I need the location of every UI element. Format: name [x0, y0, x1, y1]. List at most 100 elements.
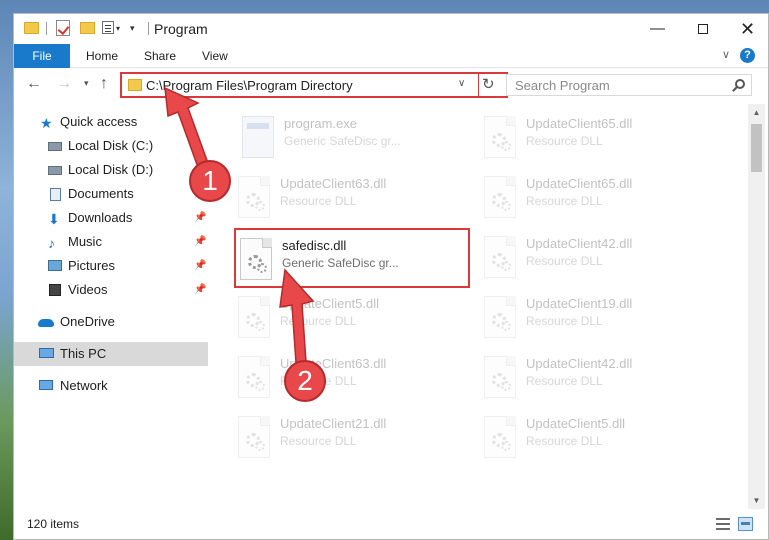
file-name: UpdateClient5.dll: [280, 296, 380, 311]
tiles-view-icon[interactable]: [738, 517, 753, 531]
maximize-button[interactable]: [680, 14, 725, 44]
dll-file-icon: [240, 238, 272, 280]
sidebar-item-network[interactable]: Network: [14, 374, 208, 398]
file-description: Resource DLL: [280, 434, 357, 448]
address-dropdown-icon[interactable]: ∨: [458, 78, 465, 89]
callout-step-1: 1: [189, 160, 231, 202]
file-name: UpdateClient42.dll: [526, 356, 633, 371]
ribbon-tabs: File Home Share View ∨ ?: [14, 44, 768, 68]
file-item[interactable]: UpdateClient5.dll Resource DLL: [480, 408, 716, 468]
dll-file-icon: [484, 116, 516, 158]
sidebar-item-label: Pictures: [68, 258, 115, 273]
details-view-icon[interactable]: [716, 518, 730, 530]
file-explorer-window: ▾ ▾ Program — ✕ File Home Share View ∨ ?…: [13, 13, 769, 540]
file-item[interactable]: UpdateClient21.dll Resource DLL: [234, 408, 470, 468]
dll-file-icon: [484, 416, 516, 458]
sidebar-item-label: Local Disk (D:): [68, 162, 154, 177]
sidebar-item-local-disk-d[interactable]: Local Disk (D:): [14, 158, 208, 182]
tab-share[interactable]: Share: [132, 44, 188, 68]
file-description: Resource DLL: [526, 134, 603, 148]
tab-file[interactable]: File: [14, 44, 70, 68]
scroll-up-arrow-icon[interactable]: ▲: [748, 104, 765, 121]
sidebar-item-label: Local Disk (C:): [68, 138, 154, 153]
file-item-safedisc-dll[interactable]: safedisc.dll Generic SafeDisc gr...: [234, 228, 470, 288]
tab-view[interactable]: View: [190, 44, 240, 68]
new-folder-icon[interactable]: [80, 22, 95, 34]
file-description: Resource DLL: [526, 314, 603, 328]
properties-check-icon[interactable]: [56, 20, 70, 36]
dll-file-icon: [484, 296, 516, 338]
sidebar-item-label: Quick access: [60, 114, 138, 129]
item-count: 120 items: [27, 517, 80, 531]
download-icon: ⬇: [48, 211, 60, 227]
sidebar-item-local-disk-c[interactable]: Local Disk (C:): [14, 134, 208, 158]
dll-file-icon: [238, 356, 270, 398]
divider: [148, 22, 149, 35]
dll-file-icon: [238, 416, 270, 458]
pin-icon[interactable]: 📌: [194, 230, 206, 254]
scroll-down-arrow-icon[interactable]: ▼: [748, 492, 765, 509]
tab-home[interactable]: Home: [74, 44, 130, 68]
file-item-program-exe[interactable]: program.exe Generic SafeDisc gr...: [238, 108, 474, 168]
file-item[interactable]: UpdateClient19.dll Resource DLL: [480, 288, 716, 348]
help-icon[interactable]: ?: [740, 48, 755, 63]
file-description: Generic SafeDisc gr...: [284, 134, 401, 148]
address-path[interactable]: C:\Program Files\Program Directory: [146, 78, 353, 93]
refresh-icon[interactable]: ↻: [482, 75, 495, 93]
file-description: Generic SafeDisc gr...: [282, 256, 399, 270]
pictures-icon: [48, 260, 62, 271]
disk-icon: [48, 142, 62, 151]
window-title: Program: [154, 21, 208, 37]
sidebar-item-music[interactable]: ♪ Music 📌: [14, 230, 208, 254]
file-list: program.exe Generic SafeDisc gr... Updat…: [210, 104, 746, 509]
search-icon[interactable]: [735, 79, 745, 89]
address-bar[interactable]: C:\Program Files\Program Directory ∨ ↻: [120, 72, 508, 98]
file-item[interactable]: UpdateClient42.dll Resource DLL: [480, 348, 716, 408]
pin-icon[interactable]: 📌: [194, 206, 206, 230]
pin-icon[interactable]: 📌: [194, 278, 206, 302]
sidebar-item-quick-access[interactable]: ★ Quick access: [14, 110, 208, 134]
customize-toolbar-icon[interactable]: ▾: [130, 23, 135, 41]
properties-icon[interactable]: [102, 21, 114, 34]
vertical-scrollbar[interactable]: ▲ ▼: [748, 104, 765, 509]
file-item[interactable]: UpdateClient65.dll Resource DLL: [480, 168, 716, 228]
search-input[interactable]: Search Program: [506, 74, 752, 96]
file-description: Resource DLL: [526, 254, 603, 268]
back-arrow-icon[interactable]: ←: [26, 75, 42, 93]
file-item[interactable]: UpdateClient63.dll Resource DLL: [234, 168, 470, 228]
file-name: UpdateClient19.dll: [526, 296, 633, 311]
file-description: Resource DLL: [526, 194, 603, 208]
sidebar-item-label: OneDrive: [60, 314, 115, 329]
sidebar-item-downloads[interactable]: ⬇ Downloads 📌: [14, 206, 208, 230]
documents-icon: [50, 188, 61, 201]
chevron-down-icon[interactable]: ▾: [116, 24, 120, 42]
star-icon: ★: [40, 115, 53, 131]
close-button[interactable]: ✕: [725, 14, 769, 44]
sidebar-item-onedrive[interactable]: OneDrive: [14, 310, 208, 334]
recent-locations-icon[interactable]: ▾: [84, 78, 89, 89]
expand-ribbon-icon[interactable]: ∨: [722, 48, 730, 61]
file-description: Resource DLL: [526, 374, 603, 388]
file-item[interactable]: UpdateClient63.dll Resource DLL: [234, 348, 470, 408]
file-item[interactable]: UpdateClient65.dll Resource DLL: [480, 108, 716, 168]
file-name: UpdateClient65.dll: [526, 176, 633, 191]
scroll-thumb[interactable]: [751, 124, 762, 172]
file-item[interactable]: UpdateClient5.dll Resource DLL: [234, 288, 470, 348]
sidebar-item-label: Music: [68, 234, 102, 249]
dll-file-icon: [484, 236, 516, 278]
file-description: Resource DLL: [280, 194, 357, 208]
network-icon: [39, 380, 53, 390]
sidebar-item-videos[interactable]: Videos 📌: [14, 278, 208, 302]
file-name: safedisc.dll: [282, 238, 347, 253]
minimize-button[interactable]: —: [635, 14, 680, 44]
file-name: UpdateClient21.dll: [280, 416, 387, 431]
application-icon: [242, 116, 274, 158]
sidebar-item-this-pc[interactable]: This PC: [14, 342, 208, 366]
pin-icon[interactable]: 📌: [194, 254, 206, 278]
sidebar-item-documents[interactable]: Documents 📌: [14, 182, 208, 206]
sidebar-item-pictures[interactable]: Pictures 📌: [14, 254, 208, 278]
sidebar-item-label: Documents: [68, 186, 134, 201]
forward-arrow-icon[interactable]: →: [56, 75, 72, 93]
up-arrow-icon[interactable]: ↑: [100, 75, 108, 93]
file-item[interactable]: UpdateClient42.dll Resource DLL: [480, 228, 716, 288]
